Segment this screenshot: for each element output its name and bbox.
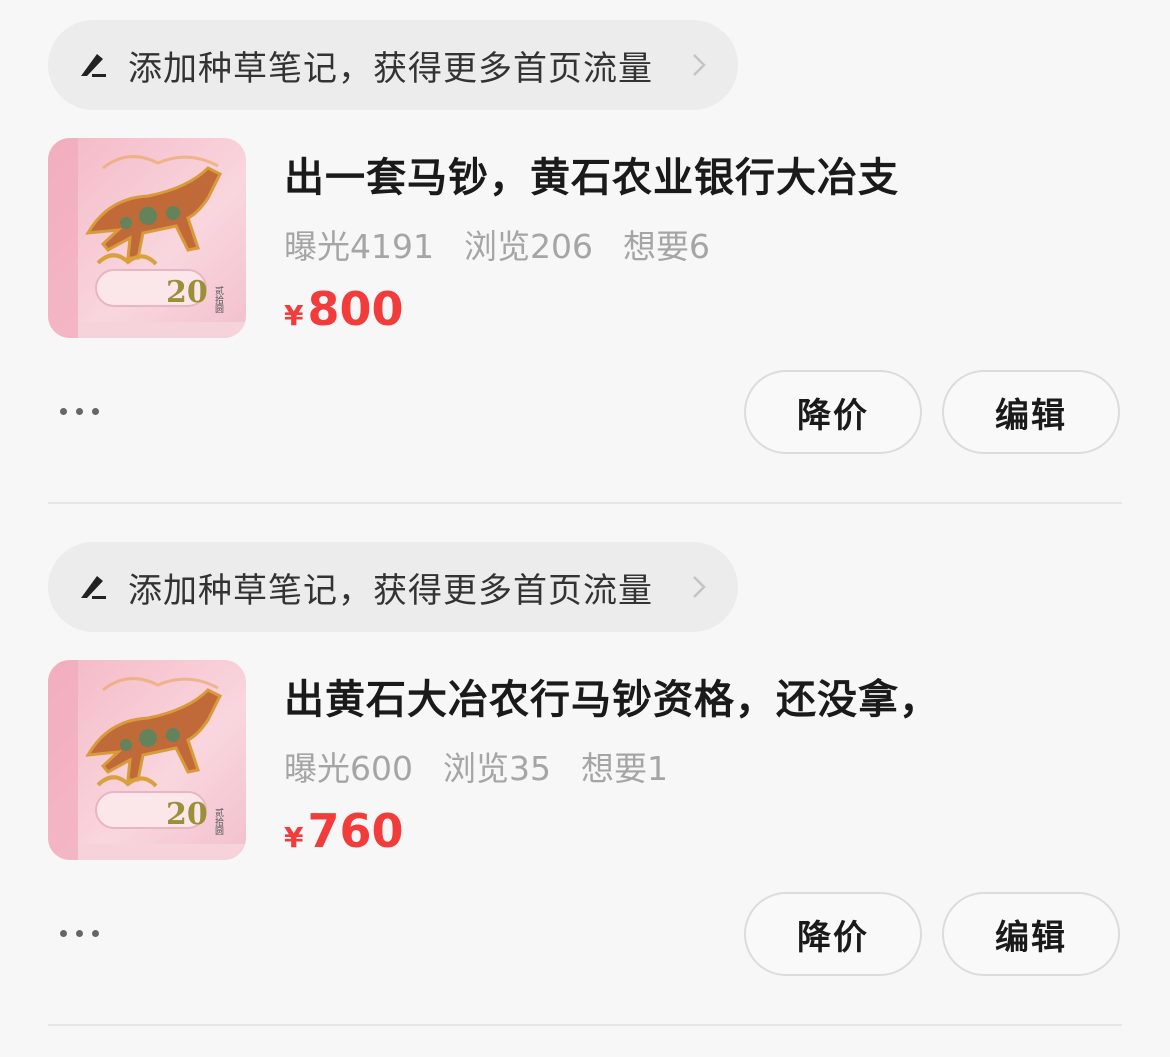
pen-icon xyxy=(81,576,106,599)
promo-text: 添加种草笔记，获得更多首页流量 xyxy=(128,48,653,89)
item-price: ¥760 xyxy=(284,804,404,858)
reduce-price-button[interactable]: 降价 xyxy=(744,892,922,976)
want-count: 想要6 xyxy=(622,227,710,266)
exposure-count: 曝光4191 xyxy=(284,227,434,266)
promo-notes-banner[interactable]: 添加种草笔记，获得更多首页流量 xyxy=(48,542,738,632)
svg-text:20: 20 xyxy=(166,797,208,832)
want-count: 想要1 xyxy=(581,749,668,788)
currency-symbol: ¥ xyxy=(284,299,304,332)
item-stats: 曝光4191 浏览206 想要6 xyxy=(284,220,740,268)
price-amount: 800 xyxy=(307,282,404,336)
svg-text:贰拾圆: 贰拾圆 xyxy=(213,807,224,836)
more-dots-icon[interactable] xyxy=(60,400,110,420)
item-thumbnail[interactable]: 20 贰拾圆 xyxy=(48,660,246,860)
view-count: 浏览206 xyxy=(463,227,593,266)
view-count: 浏览35 xyxy=(443,749,551,788)
currency-symbol: ¥ xyxy=(284,821,304,854)
edit-button[interactable]: 编辑 xyxy=(942,892,1120,976)
divider xyxy=(48,1024,1122,1026)
listing-card: 添加种草笔记，获得更多首页流量 xyxy=(0,522,1170,1044)
item-title[interactable]: 出一套马钞，黄石农业银行大冶支 xyxy=(284,145,899,203)
listing-card: 添加种草笔记，获得更多首页流量 xyxy=(0,0,1170,522)
divider xyxy=(48,502,1122,504)
promo-text: 添加种草笔记，获得更多首页流量 xyxy=(128,570,653,611)
chevron-right-icon xyxy=(693,54,706,76)
item-thumbnail[interactable]: 20 贰拾圆 xyxy=(48,138,246,338)
item-title[interactable]: 出黄石大冶农行马钞资格，还没拿， xyxy=(284,667,940,725)
pen-icon xyxy=(81,54,106,77)
more-dots-icon[interactable] xyxy=(60,922,110,942)
price-amount: 760 xyxy=(307,804,404,858)
promo-notes-banner[interactable]: 添加种草笔记，获得更多首页流量 xyxy=(48,20,738,110)
item-stats: 曝光600 浏览35 想要1 xyxy=(284,742,698,790)
chevron-right-icon xyxy=(693,576,706,598)
item-price: ¥800 xyxy=(284,282,404,336)
svg-text:贰拾圆: 贰拾圆 xyxy=(213,285,224,314)
horse-banknote-image: 20 贰拾圆 xyxy=(48,138,246,338)
horse-banknote-image: 20 贰拾圆 xyxy=(48,660,246,860)
reduce-price-button[interactable]: 降价 xyxy=(744,370,922,454)
exposure-count: 曝光600 xyxy=(284,749,413,788)
edit-button[interactable]: 编辑 xyxy=(942,370,1120,454)
svg-text:20: 20 xyxy=(166,275,208,310)
